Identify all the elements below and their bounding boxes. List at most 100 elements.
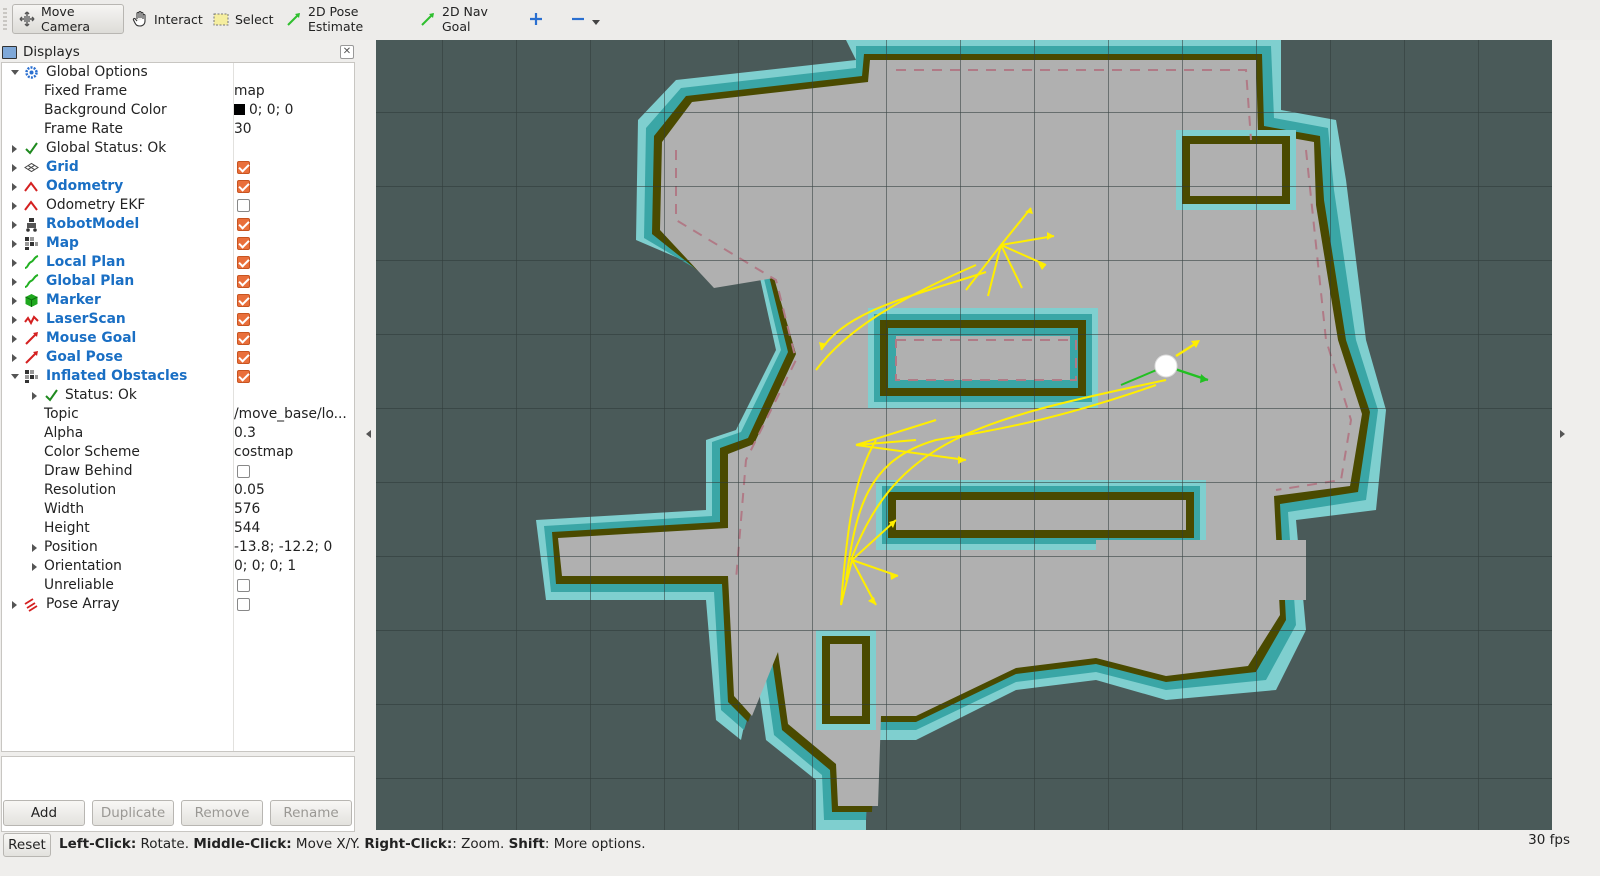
- property-value[interactable]: 0.05: [234, 481, 352, 500]
- nav-goal-tool[interactable]: 2D Nav Goal: [414, 4, 516, 34]
- display-enabled-checkbox[interactable]: [237, 218, 250, 231]
- tree-row-pose-array[interactable]: Pose Array: [2, 595, 354, 614]
- tree-row-odometry[interactable]: Odometry: [2, 177, 354, 196]
- property-value[interactable]: 576: [234, 500, 352, 519]
- property-value[interactable]: map: [234, 82, 352, 101]
- property-label: Unreliable: [44, 577, 114, 593]
- tree-row-local-plan[interactable]: Local Plan: [2, 253, 354, 272]
- reset-button[interactable]: Reset: [3, 833, 51, 857]
- display-enabled-checkbox[interactable]: [237, 237, 250, 250]
- tree-row-fixed-frame[interactable]: Fixed Frame map: [2, 82, 354, 101]
- tree-row-topic[interactable]: Topic /move_base/lo...: [2, 405, 354, 424]
- tree-row-mouse-goal[interactable]: Mouse Goal: [2, 329, 354, 348]
- tree-row-position[interactable]: Position -13.8; -12.2; 0: [2, 538, 354, 557]
- display-enabled-checkbox[interactable]: [237, 598, 250, 611]
- close-icon[interactable]: ✕: [340, 45, 354, 59]
- tree-row-resolution[interactable]: Resolution 0.05: [2, 481, 354, 500]
- display-enabled-checkbox[interactable]: [237, 313, 250, 326]
- tree-row-label: Inflated Obstacles: [46, 368, 188, 384]
- expand-right-arrow-icon[interactable]: [1560, 430, 1565, 438]
- minus-icon: [569, 10, 587, 28]
- draw-behind-checkbox[interactable]: [237, 465, 250, 478]
- display-enabled-checkbox[interactable]: [237, 275, 250, 288]
- expand-arrow-icon[interactable]: [12, 278, 17, 286]
- tree-row-draw-behind[interactable]: Draw Behind: [2, 462, 354, 481]
- panel-splitter[interactable]: [362, 40, 376, 832]
- expand-arrow-icon[interactable]: [11, 374, 19, 379]
- tree-row-background-color[interactable]: Background Color 0; 0; 0: [2, 101, 354, 120]
- expand-arrow-icon[interactable]: [12, 335, 17, 343]
- expand-arrow-icon[interactable]: [12, 601, 17, 609]
- property-value[interactable]: 544: [234, 519, 352, 538]
- expand-arrow-icon[interactable]: [12, 259, 17, 267]
- display-enabled-checkbox[interactable]: [237, 351, 250, 364]
- expand-arrow-icon[interactable]: [12, 240, 17, 248]
- select-tool[interactable]: Select: [207, 4, 274, 34]
- tree-row-color-scheme[interactable]: Color Scheme costmap: [2, 443, 354, 462]
- remove-tool-dropdown[interactable]: [564, 4, 600, 34]
- expand-arrow-icon[interactable]: [12, 202, 17, 210]
- unreliable-checkbox[interactable]: [237, 579, 250, 592]
- display-enabled-checkbox[interactable]: [237, 332, 250, 345]
- expand-arrow-icon[interactable]: [12, 145, 17, 153]
- display-enabled-checkbox[interactable]: [237, 294, 250, 307]
- property-value[interactable]: 30: [234, 120, 352, 139]
- tree-row-goal-pose[interactable]: Goal Pose: [2, 348, 354, 367]
- displays-tree[interactable]: Global Options Fixed Frame map Backgroun…: [1, 62, 355, 752]
- path-icon: [24, 255, 39, 270]
- expand-arrow-icon[interactable]: [12, 183, 17, 191]
- display-enabled-checkbox[interactable]: [237, 199, 250, 212]
- add-display-button[interactable]: Add: [3, 800, 85, 826]
- property-value[interactable]: -13.8; -12.2; 0: [234, 538, 352, 557]
- right-panel-collapsed[interactable]: [1552, 40, 1600, 832]
- select-label: Select: [235, 11, 274, 27]
- tree-row-width[interactable]: Width 576: [2, 500, 354, 519]
- expand-arrow-icon[interactable]: [12, 354, 17, 362]
- property-value[interactable]: 0.3: [234, 424, 352, 443]
- expand-arrow-icon[interactable]: [11, 70, 19, 75]
- tree-row-orientation[interactable]: Orientation 0; 0; 0; 1: [2, 557, 354, 576]
- tree-row-laserscan[interactable]: LaserScan: [2, 310, 354, 329]
- expand-arrow-icon[interactable]: [12, 221, 17, 229]
- property-value[interactable]: 0; 0; 0: [234, 101, 352, 120]
- duplicate-display-button[interactable]: Duplicate: [92, 800, 174, 826]
- mouse-hint-text: Left-Click: Rotate. Middle-Click: Move X…: [59, 836, 646, 852]
- tree-row-global-plan[interactable]: Global Plan: [2, 272, 354, 291]
- expand-arrow-icon[interactable]: [32, 544, 37, 552]
- tree-row-status-ok[interactable]: Status: Ok: [2, 386, 354, 405]
- expand-arrow-icon[interactable]: [12, 164, 17, 172]
- tree-row-marker[interactable]: Marker: [2, 291, 354, 310]
- rename-display-button[interactable]: Rename: [270, 800, 352, 826]
- tree-row-global-options[interactable]: Global Options: [2, 63, 354, 82]
- property-value[interactable]: 0; 0; 0; 1: [234, 557, 352, 576]
- display-enabled-checkbox[interactable]: [237, 180, 250, 193]
- collapse-left-arrow-icon[interactable]: [366, 430, 371, 438]
- tree-row-robotmodel[interactable]: RobotModel: [2, 215, 354, 234]
- expand-arrow-icon[interactable]: [32, 563, 37, 571]
- display-enabled-checkbox[interactable]: [237, 370, 250, 383]
- remove-display-button[interactable]: Remove: [181, 800, 263, 826]
- pose-estimate-tool[interactable]: 2D Pose Estimate: [280, 4, 408, 34]
- add-tool-button[interactable]: [522, 4, 546, 34]
- interact-tool[interactable]: Interact: [126, 4, 208, 34]
- expand-arrow-icon[interactable]: [12, 316, 17, 324]
- tree-row-odometry-ekf[interactable]: Odometry EKF: [2, 196, 354, 215]
- color-swatch: [234, 104, 245, 115]
- tree-row-grid[interactable]: Grid: [2, 158, 354, 177]
- tree-row-frame-rate[interactable]: Frame Rate 30: [2, 120, 354, 139]
- property-value[interactable]: costmap: [234, 443, 352, 462]
- toolbar-grip[interactable]: [3, 8, 7, 32]
- expand-arrow-icon[interactable]: [32, 392, 37, 400]
- tree-row-alpha[interactable]: Alpha 0.3: [2, 424, 354, 443]
- display-enabled-checkbox[interactable]: [237, 256, 250, 269]
- render-viewport[interactable]: [376, 40, 1552, 830]
- tree-row-global-status[interactable]: Global Status: Ok: [2, 139, 354, 158]
- tree-row-inflated-obstacles[interactable]: Inflated Obstacles: [2, 367, 354, 386]
- tree-row-height[interactable]: Height 544: [2, 519, 354, 538]
- move-camera-tool[interactable]: Move Camera: [12, 4, 124, 34]
- display-enabled-checkbox[interactable]: [237, 161, 250, 174]
- tree-row-map[interactable]: Map: [2, 234, 354, 253]
- property-value[interactable]: /move_base/lo...: [234, 405, 352, 424]
- tree-row-unreliable[interactable]: Unreliable: [2, 576, 354, 595]
- expand-arrow-icon[interactable]: [12, 297, 17, 305]
